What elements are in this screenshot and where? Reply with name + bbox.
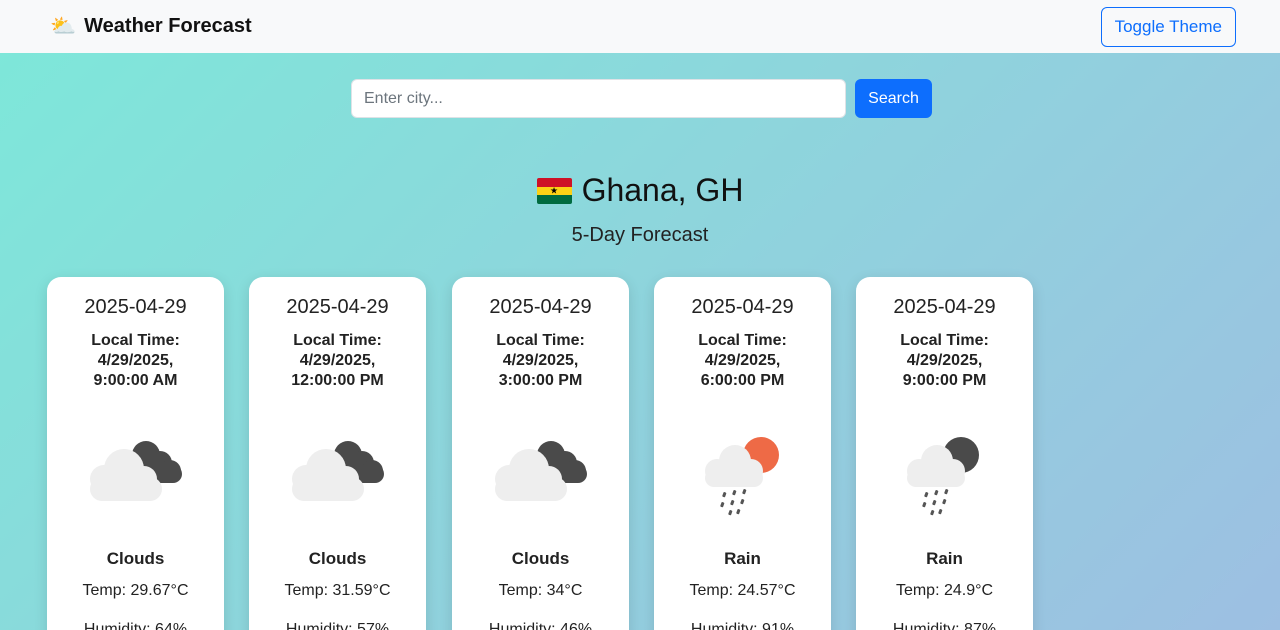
local-clock: 6:00:00 PM bbox=[700, 372, 785, 389]
cloudy-icon bbox=[282, 427, 392, 517]
local-time: Local Time: 4/29/2025, 9:00:00 AM bbox=[47, 331, 224, 391]
humidity: Humidity: 46% bbox=[488, 621, 593, 630]
local-time: Local Time: 4/29/2025, 6:00:00 PM bbox=[654, 331, 831, 391]
search-button[interactable]: Search bbox=[855, 79, 932, 118]
local-date: 4/29/2025, bbox=[502, 352, 579, 369]
temperature: Temp: 24.57°C bbox=[689, 582, 796, 599]
local-clock: 9:00:00 PM bbox=[902, 372, 987, 389]
humidity: Humidity: 91% bbox=[690, 621, 795, 630]
local-clock: 9:00:00 AM bbox=[93, 372, 178, 389]
weather-condition: Rain bbox=[724, 549, 761, 568]
toggle-theme-button[interactable]: Toggle Theme bbox=[1100, 6, 1236, 47]
forecast-date: 2025-04-29 bbox=[286, 296, 389, 318]
rain-night-icon bbox=[889, 427, 999, 517]
temperature: Temp: 31.59°C bbox=[284, 582, 391, 599]
local-time: Local Time: 4/29/2025, 3:00:00 PM bbox=[452, 331, 629, 391]
app-title: Weather Forecast bbox=[84, 15, 252, 37]
location-name: Ghana, GH bbox=[581, 172, 744, 208]
forecast-date: 2025-04-29 bbox=[84, 296, 187, 318]
local-clock: 12:00:00 PM bbox=[291, 372, 384, 389]
local-time-label: Local Time: bbox=[496, 332, 585, 349]
ghana-flag-icon: ★ bbox=[536, 178, 572, 204]
local-time: Local Time: 4/29/2025, 12:00:00 PM bbox=[249, 331, 426, 391]
forecast-date: 2025-04-29 bbox=[489, 296, 592, 318]
weather-condition: Clouds bbox=[511, 549, 570, 568]
local-date: 4/29/2025, bbox=[906, 352, 983, 369]
local-date: 4/29/2025, bbox=[299, 352, 376, 369]
humidity: Humidity: 57% bbox=[285, 621, 390, 630]
city-search-input[interactable] bbox=[351, 79, 846, 118]
forecast-card: 2025-04-29 Local Time: 4/29/2025, 6:00:00 P… bbox=[654, 277, 831, 630]
brand[interactable]: ⛅ Weather Forecast bbox=[50, 15, 252, 38]
forecast-date: 2025-04-29 bbox=[691, 296, 794, 318]
humidity: Humidity: 87% bbox=[892, 621, 997, 630]
cloudy-icon bbox=[485, 427, 595, 517]
weather-condition: Rain bbox=[926, 549, 963, 568]
local-time-label: Local Time: bbox=[698, 332, 787, 349]
forecast-card: 2025-04-29 Local Time: 4/29/2025, 9:00:00 A… bbox=[47, 277, 224, 630]
local-time-label: Local Time: bbox=[91, 332, 180, 349]
location-heading: ★ Ghana, GH bbox=[0, 172, 1280, 209]
local-date: 4/29/2025, bbox=[704, 352, 781, 369]
local-time-label: Local Time: bbox=[293, 332, 382, 349]
forecast-date: 2025-04-29 bbox=[893, 296, 996, 318]
search-bar: Search bbox=[351, 79, 932, 118]
temperature: Temp: 24.9°C bbox=[895, 582, 994, 599]
weather-condition: Clouds bbox=[106, 549, 165, 568]
temperature: Temp: 29.67°C bbox=[82, 582, 189, 599]
local-time: Local Time: 4/29/2025, 9:00:00 PM bbox=[856, 331, 1033, 391]
local-clock: 3:00:00 PM bbox=[498, 372, 583, 389]
temperature: Temp: 34°C bbox=[498, 582, 583, 599]
navbar: ⛅ Weather Forecast Toggle Theme bbox=[0, 0, 1280, 53]
rain-sun-icon bbox=[687, 427, 797, 517]
local-time-label: Local Time: bbox=[900, 332, 989, 349]
forecast-subtitle: 5-Day Forecast bbox=[571, 224, 709, 246]
forecast-card: 2025-04-29 Local Time: 4/29/2025, 12:00:00 … bbox=[249, 277, 426, 630]
local-date: 4/29/2025, bbox=[97, 352, 174, 369]
weather-condition: Clouds bbox=[308, 549, 367, 568]
forecast-card: 2025-04-29 Local Time: 4/29/2025, 9:00:00 P… bbox=[856, 277, 1033, 630]
cloudy-icon bbox=[80, 427, 190, 517]
humidity: Humidity: 64% bbox=[83, 621, 188, 630]
forecast-card: 2025-04-29 Local Time: 4/29/2025, 3:00:00 P… bbox=[452, 277, 629, 630]
sun-behind-cloud-icon: ⛅ bbox=[50, 15, 77, 38]
